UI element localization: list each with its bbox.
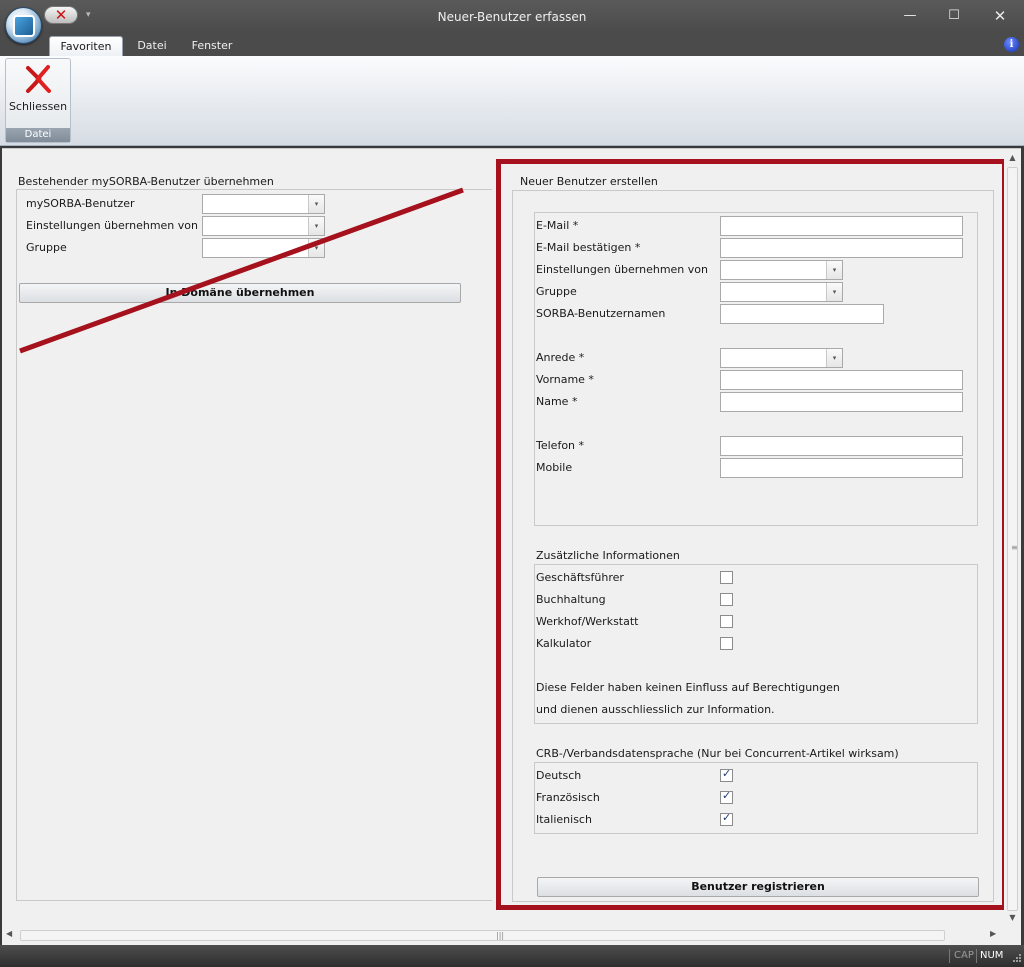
ribbon-group-label: Datei: [6, 128, 70, 142]
mysorba-user-select[interactable]: ▾: [202, 194, 325, 214]
tab-fenster[interactable]: Fenster: [186, 36, 238, 56]
caps-lock-indicator: CAP: [954, 950, 974, 961]
schliessen-button[interactable]: Schliessen: [7, 60, 69, 126]
app-logo-icon: [12, 14, 35, 37]
info-icon[interactable]: i: [1004, 37, 1019, 52]
left-settings-from-select[interactable]: ▾: [202, 216, 325, 236]
status-separator: [976, 949, 977, 963]
title-bar: ✕ ▾ Neuer-Benutzer erfassen — ☐ ✕: [0, 0, 1024, 34]
scroll-down-icon[interactable]: ▼: [1004, 913, 1021, 922]
ribbon-group-datei: Schliessen Datei: [5, 58, 71, 143]
vertical-scroll-thumb[interactable]: ≡: [1007, 167, 1018, 911]
tab-favoriten[interactable]: Favoriten: [49, 36, 123, 56]
maximize-button[interactable]: ☐: [940, 6, 968, 26]
status-bar: CAP NUM: [0, 945, 1024, 967]
left-settings-from-label: Einstellungen übernehmen von: [26, 219, 198, 232]
left-group-label: Gruppe: [26, 241, 67, 254]
num-lock-indicator: NUM: [980, 950, 1004, 961]
window-title: Neuer-Benutzer erfassen: [437, 10, 587, 24]
scroll-up-icon[interactable]: ▲: [1004, 153, 1021, 162]
ribbon: Schliessen Datei: [0, 56, 1024, 146]
chevron-down-icon[interactable]: ▾: [308, 239, 324, 257]
chevron-down-icon[interactable]: ▾: [308, 217, 324, 235]
status-separator: [949, 949, 950, 963]
highlight-frame: [496, 159, 1007, 910]
vertical-scrollbar[interactable]: ▲ ≡ ▼: [1004, 149, 1021, 927]
mysorba-user-label: mySORBA-Benutzer: [26, 197, 135, 210]
grip-icon: |||: [496, 931, 505, 940]
grip-icon: ≡: [1011, 543, 1018, 552]
horizontal-scrollbar[interactable]: ◀ ||| ▶: [2, 927, 1004, 944]
horizontal-scroll-thumb[interactable]: |||: [20, 930, 945, 941]
ribbon-tab-bar: Favoriten Datei Fenster: [0, 34, 1024, 56]
close-window-button[interactable]: ✕: [986, 6, 1014, 26]
take-into-domain-button[interactable]: In Domäne übernehmen: [19, 283, 461, 303]
chevron-down-icon[interactable]: ▾: [308, 195, 324, 213]
scroll-left-icon[interactable]: ◀: [6, 929, 12, 938]
minimize-button[interactable]: —: [896, 6, 924, 26]
resize-grip-icon[interactable]: [1010, 953, 1022, 965]
tab-datei[interactable]: Datei: [130, 36, 174, 56]
existing-user-title: Bestehender mySORBA-Benutzer übernehmen: [18, 175, 274, 188]
schliessen-label: Schliessen: [8, 100, 68, 113]
scroll-right-icon[interactable]: ▶: [990, 929, 996, 938]
left-group-select[interactable]: ▾: [202, 238, 325, 258]
app-menu-button[interactable]: [5, 7, 42, 44]
close-icon: [26, 65, 51, 93]
